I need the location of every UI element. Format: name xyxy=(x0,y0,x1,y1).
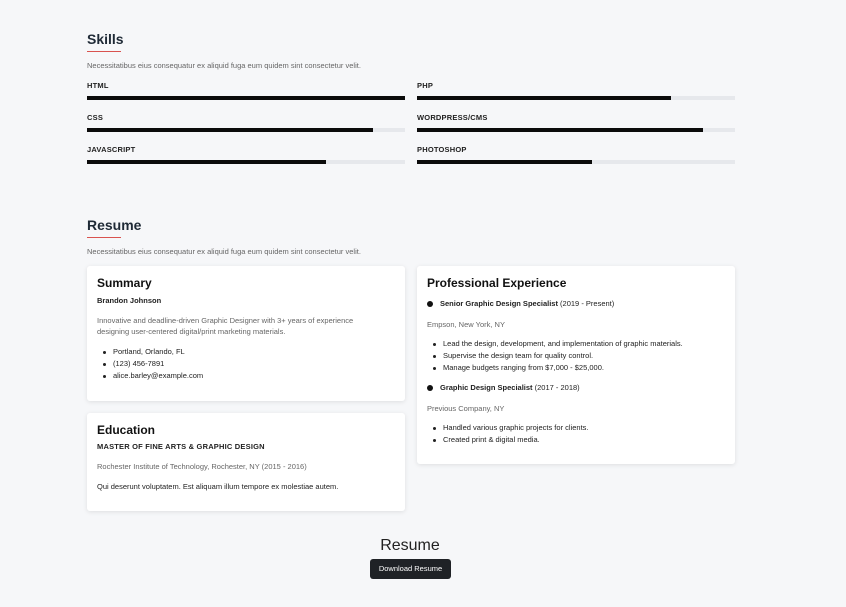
summary-heading: Summary xyxy=(97,276,152,290)
education-heading: Education xyxy=(97,423,156,437)
contact-list: Portland, Orlando, FL (123) 456-7891 ali… xyxy=(97,346,203,382)
skill-progress-fill xyxy=(87,160,326,164)
job-company: Empson, New York, NY xyxy=(427,320,505,329)
skill-javascript: JAVASCRIPT xyxy=(87,145,405,164)
skill-label: CSS xyxy=(87,113,104,122)
skill-label: WORDPRESS/CMS xyxy=(417,113,488,122)
skill-wordpress: WORDPRESS/CMS xyxy=(417,113,735,132)
skill-label: HTML xyxy=(87,81,109,90)
job-title-line: Senior Graphic Design Specialist (2019 -… xyxy=(440,299,614,308)
job-period: (2017 - 2018) xyxy=(534,383,580,392)
footer-title: Resume xyxy=(380,537,440,554)
contact-email: alice.barley@example.com xyxy=(97,370,203,382)
job-duties: Lead the design, development, and implem… xyxy=(427,338,683,374)
skill-progress-fill xyxy=(87,128,374,132)
skill-progress-fill xyxy=(417,160,592,164)
job-title: Graphic Design Specialist xyxy=(440,383,533,392)
skill-progress-track xyxy=(417,160,735,164)
summary-name: Brandon Johnson xyxy=(97,296,162,305)
summary-text: Innovative and deadline-driven Graphic D… xyxy=(97,316,354,336)
summary-card: Summary Brandon Johnson Innovative and d… xyxy=(87,266,405,401)
skill-label: JAVASCRIPT xyxy=(87,145,136,154)
skill-photoshop: PHOTOSHOP xyxy=(417,145,735,164)
skill-progress-fill xyxy=(87,96,405,100)
contact-location: Portland, Orlando, FL xyxy=(97,346,203,358)
skill-progress-track xyxy=(87,96,405,100)
resume-title: Resume xyxy=(87,217,142,238)
job-title: Senior Graphic Design Specialist xyxy=(440,299,558,308)
job-company: Previous Company, NY xyxy=(427,404,505,413)
skills-description: Necessitatibus eius consequatur ex aliqu… xyxy=(87,61,361,70)
skill-css: CSS xyxy=(87,113,405,132)
skill-progress-track xyxy=(417,96,735,100)
resume-description: Necessitatibus eius consequatur ex aliqu… xyxy=(87,247,361,256)
skill-label: PHP xyxy=(417,81,434,90)
education-card: Education MASTER OF FINE ARTS & GRAPHIC … xyxy=(87,413,405,511)
download-resume-button[interactable]: Download Resume xyxy=(370,559,451,579)
job-bullet-icon xyxy=(427,385,433,391)
job-duty: Manage budgets ranging from $7,000 - $25… xyxy=(427,362,683,374)
job-period: (2019 - Present) xyxy=(560,299,615,308)
experience-card: Professional Experience Senior Graphic D… xyxy=(417,266,735,464)
skill-progress-track xyxy=(417,128,735,132)
job-bullet-icon xyxy=(427,301,433,307)
skills-title: Skills xyxy=(87,31,124,52)
education-degree: MASTER OF FINE ARTS & GRAPHIC DESIGN xyxy=(97,442,265,451)
skill-progress-track xyxy=(87,160,405,164)
experience-heading: Professional Experience xyxy=(427,276,567,290)
job-title-line: Graphic Design Specialist (2017 - 2018) xyxy=(440,383,580,392)
skill-progress-fill xyxy=(417,96,672,100)
education-school: Rochester Institute of Technology, Roche… xyxy=(97,462,307,471)
job-duties: Handled various graphic projects for cli… xyxy=(427,422,589,446)
skill-php: PHP xyxy=(417,81,735,100)
job-duty: Handled various graphic projects for cli… xyxy=(427,422,589,434)
skill-progress-track xyxy=(87,128,405,132)
job-duty: Created print & digital media. xyxy=(427,434,589,446)
education-text: Qui deserunt voluptatem. Est aliquam ill… xyxy=(97,482,339,491)
contact-phone: (123) 456-7891 xyxy=(97,358,203,370)
skill-html: HTML xyxy=(87,81,405,100)
skill-label: PHOTOSHOP xyxy=(417,145,467,154)
skill-progress-fill xyxy=(417,128,704,132)
job-duty: Lead the design, development, and implem… xyxy=(427,338,683,350)
job-duty: Supervise the design team for quality co… xyxy=(427,350,683,362)
